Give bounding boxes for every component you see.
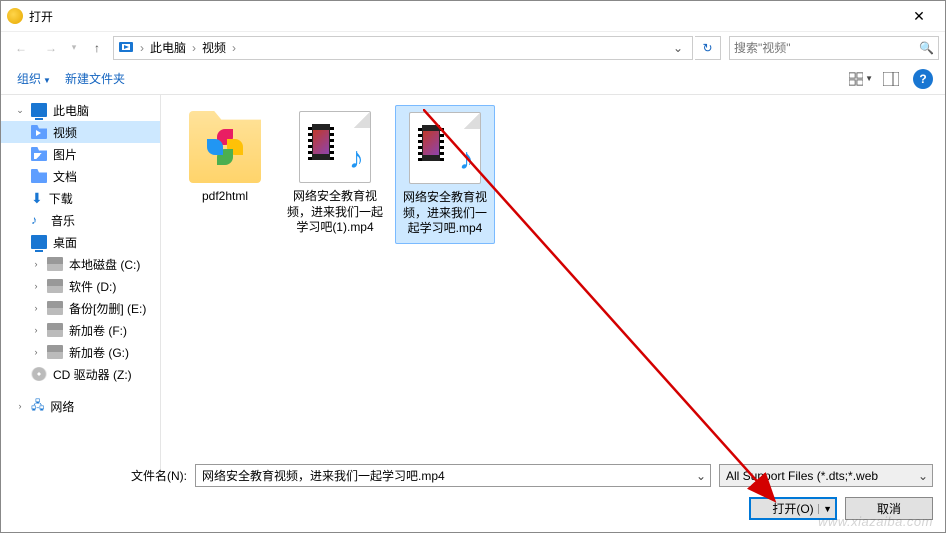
filetype-text: All Support Files (*.dts;*.web xyxy=(720,469,914,483)
folder-icon xyxy=(189,111,261,183)
footer: 文件名(N): ⌄ All Support Files (*.dts;*.web… xyxy=(1,460,945,520)
recent-dropdown[interactable]: ▾ xyxy=(67,36,81,60)
music-icon: ♪ xyxy=(31,213,45,227)
chevron-icon[interactable]: › xyxy=(190,41,198,55)
file-tile-video-selected[interactable]: ♪ 网络安全教育视频，进来我们一起学习吧.mp4 xyxy=(395,105,495,244)
sidebar-downloads[interactable]: ⬇下载 xyxy=(1,187,160,209)
refresh-button[interactable]: ↻ xyxy=(695,36,721,60)
search-icon[interactable]: 🔍 xyxy=(919,41,934,55)
search-input[interactable] xyxy=(734,41,919,55)
split-arrow-icon[interactable]: ▼ xyxy=(818,504,832,514)
preview-pane-button[interactable] xyxy=(879,68,903,90)
expand-icon[interactable]: › xyxy=(31,281,41,291)
forward-button[interactable]: → xyxy=(37,36,65,60)
drive-icon xyxy=(47,345,63,359)
drive-icon xyxy=(47,279,63,293)
new-folder-button[interactable]: 新建文件夹 xyxy=(61,68,129,89)
filename-combo[interactable]: ⌄ xyxy=(195,464,711,487)
video-file-icon: ♪ xyxy=(409,112,481,184)
drive-icon xyxy=(47,323,63,337)
video-file-icon: ♪ xyxy=(299,111,371,183)
filename-label: 文件名(N): xyxy=(131,467,187,484)
breadcrumb-folder[interactable]: 视频 xyxy=(198,39,230,56)
organize-menu[interactable]: 组织▼ xyxy=(13,68,55,89)
network-icon: 🖧 xyxy=(31,396,44,417)
sidebar-network[interactable]: ›🖧网络 xyxy=(1,395,160,417)
file-tile-folder[interactable]: pdf2html xyxy=(175,105,275,211)
sidebar-drive-e[interactable]: ›备份[勿删] (E:) xyxy=(1,297,160,319)
chevron-down-icon: ▼ xyxy=(865,74,873,83)
desktop-icon xyxy=(31,235,47,249)
documents-icon xyxy=(31,169,47,183)
chevron-down-icon[interactable]: ⌄ xyxy=(914,469,932,483)
expand-icon[interactable]: › xyxy=(31,347,41,357)
sidebar-this-pc[interactable]: ⌄此电脑 xyxy=(1,99,160,121)
sidebar-drive-z[interactable]: CD 驱动器 (Z:) xyxy=(1,363,160,385)
chevron-icon[interactable]: › xyxy=(138,41,146,55)
download-icon: ⬇ xyxy=(31,190,43,207)
sidebar-drive-g[interactable]: ›新加卷 (G:) xyxy=(1,341,160,363)
search-box[interactable]: 🔍 xyxy=(729,36,939,60)
breadcrumb[interactable]: › 此电脑 › 视频 › ⌄ xyxy=(113,36,693,60)
chevron-icon[interactable]: › xyxy=(230,41,238,55)
expand-icon[interactable]: › xyxy=(31,303,41,313)
open-button[interactable]: 打开(O) ▼ xyxy=(749,497,837,520)
sidebar-drive-c[interactable]: ›本地磁盘 (C:) xyxy=(1,253,160,275)
sidebar: ⌄此电脑 视频 图片 文档 ⬇下载 ♪音乐 桌面 ›本地磁盘 (C:) ›软件 … xyxy=(1,95,161,475)
filename-input[interactable] xyxy=(196,469,692,483)
chevron-down-icon[interactable]: ⌄ xyxy=(692,469,710,483)
file-label: 网络安全教育视频，进来我们一起学习吧(1).mp4 xyxy=(287,189,383,236)
body: ⌄此电脑 视频 图片 文档 ⬇下载 ♪音乐 桌面 ›本地磁盘 (C:) ›软件 … xyxy=(1,95,945,475)
view-mode-button[interactable]: ▼ xyxy=(849,68,873,90)
up-button[interactable]: ↑ xyxy=(83,36,111,60)
expand-icon[interactable]: › xyxy=(31,325,41,335)
cd-icon xyxy=(31,367,47,381)
file-list[interactable]: pdf2html ♪ 网络安全教育视频，进来我们一起学习吧(1).mp4 ♪ 网… xyxy=(161,95,945,475)
breadcrumb-dropdown[interactable]: ⌄ xyxy=(668,41,688,55)
sidebar-documents[interactable]: 文档 xyxy=(1,165,160,187)
expand-icon[interactable]: › xyxy=(15,401,25,411)
breadcrumb-icon xyxy=(118,40,134,56)
sidebar-drive-f[interactable]: ›新加卷 (F:) xyxy=(1,319,160,341)
titlebar: 打开 ✕ xyxy=(1,1,945,31)
videos-icon xyxy=(31,125,47,139)
sidebar-drive-d[interactable]: ›软件 (D:) xyxy=(1,275,160,297)
expand-icon[interactable]: ⌄ xyxy=(15,105,25,116)
window-title: 打开 xyxy=(29,8,899,25)
breadcrumb-root[interactable]: 此电脑 xyxy=(146,39,190,56)
sidebar-music[interactable]: ♪音乐 xyxy=(1,209,160,231)
chevron-down-icon: ▼ xyxy=(43,76,51,85)
drive-icon xyxy=(47,257,63,271)
file-tile-video[interactable]: ♪ 网络安全教育视频，进来我们一起学习吧(1).mp4 xyxy=(285,105,385,242)
filetype-combo[interactable]: All Support Files (*.dts;*.web ⌄ xyxy=(719,464,933,487)
help-button[interactable]: ? xyxy=(913,69,933,89)
sidebar-pictures[interactable]: 图片 xyxy=(1,143,160,165)
app-icon xyxy=(7,8,23,24)
sidebar-desktop[interactable]: 桌面 xyxy=(1,231,160,253)
cancel-button[interactable]: 取消 xyxy=(845,497,933,520)
file-label: pdf2html xyxy=(177,189,273,205)
file-label: 网络安全教育视频，进来我们一起学习吧.mp4 xyxy=(398,190,492,237)
pc-icon xyxy=(31,103,47,117)
toolbar: 组织▼ 新建文件夹 ▼ ? xyxy=(1,63,945,95)
pictures-icon xyxy=(31,147,47,161)
close-button[interactable]: ✕ xyxy=(899,8,939,25)
expand-icon[interactable]: › xyxy=(31,259,41,269)
navbar: ← → ▾ ↑ › 此电脑 › 视频 › ⌄ ↻ 🔍 xyxy=(1,31,945,63)
back-button[interactable]: ← xyxy=(7,36,35,60)
sidebar-videos[interactable]: 视频 xyxy=(1,121,160,143)
drive-icon xyxy=(47,301,63,315)
